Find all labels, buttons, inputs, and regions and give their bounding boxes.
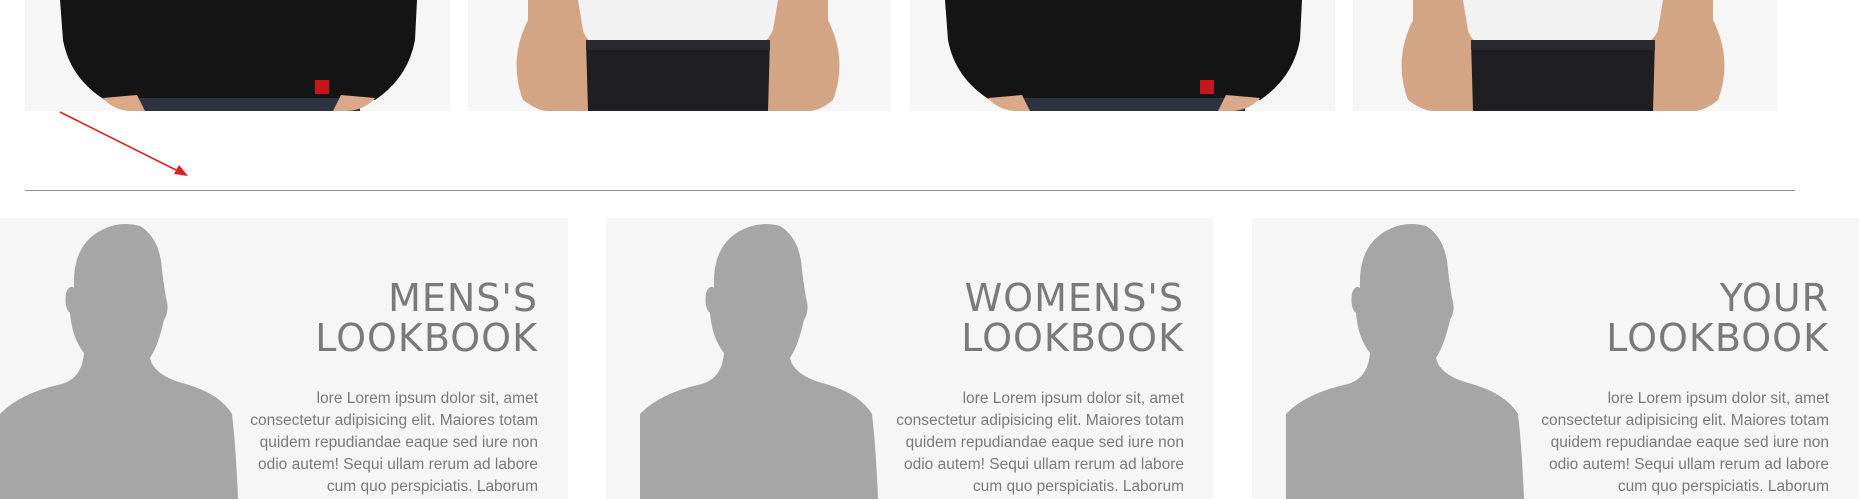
product-image-white-shirt [468,0,891,111]
lookbook-description: lore Lorem ipsum dolor sit, amet consect… [896,390,1184,495]
lookbook-card-your[interactable]: YOUR LOOKBOOK lore Lorem ipsum dolor sit… [1252,218,1859,499]
product-image-black-shirt [910,0,1335,111]
product-card-4[interactable] [1353,0,1777,111]
product-image-white-shirt [1353,0,1777,111]
lookbook-description: lore Lorem ipsum dolor sit, amet consect… [1541,390,1829,495]
lookbook-description: lore Lorem ipsum dolor sit, amet consect… [250,390,538,495]
lookbook-title: YOUR LOOKBOOK [1606,278,1829,358]
lookbook-title: WOMENS'S LOOKBOOK [961,278,1184,358]
lookbook-title: MENS'S LOOKBOOK [315,278,538,358]
lookbook-card-womens[interactable]: WOMENS'S LOOKBOOK lore Lorem ipsum dolor… [606,218,1214,499]
product-image-black-shirt [25,0,450,111]
lookbook-title-line2: LOOKBOOK [315,316,538,360]
person-silhouette-icon [1286,224,1524,499]
product-card-2[interactable] [468,0,891,111]
lookbook-title-line2: LOOKBOOK [1606,316,1829,360]
person-silhouette-icon [0,224,238,499]
section-divider [25,190,1795,191]
product-card-1[interactable] [25,0,450,111]
annotation-arrow-icon [59,111,188,176]
lookbook-title-line2: LOOKBOOK [961,316,1184,360]
lookbook-title-line1: YOUR [1719,276,1829,320]
product-card-3[interactable] [910,0,1335,111]
person-silhouette-icon [640,224,878,499]
lookbook-card-mens[interactable]: MENS'S LOOKBOOK lore Lorem ipsum dolor s… [0,218,568,499]
lookbook-title-line1: MENS'S [388,276,538,320]
lookbook-title-line1: WOMENS'S [964,276,1184,320]
